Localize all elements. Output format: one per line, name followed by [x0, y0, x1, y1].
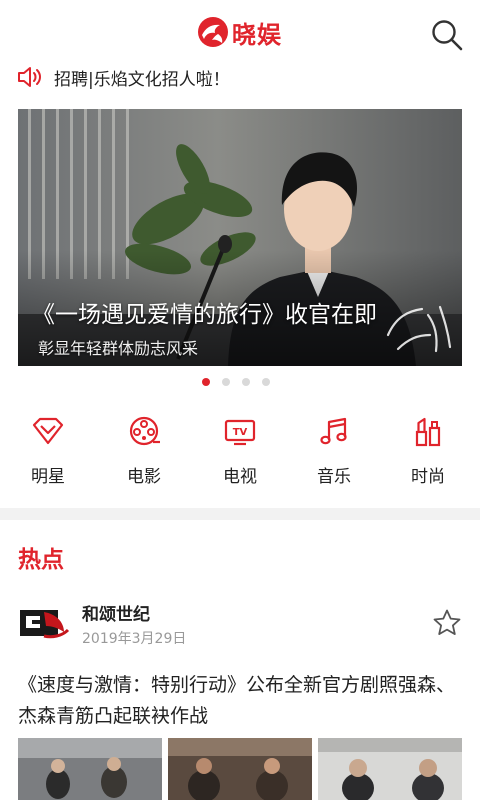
announcement-text: 招聘|乐焰文化招人啦！: [54, 69, 230, 90]
thumbnail-image[interactable]: [168, 738, 312, 800]
carousel-dot[interactable]: [202, 378, 210, 386]
category-label: 电视: [223, 467, 257, 487]
category-nav: 明星 电影 TV 电视 音乐 时尚: [0, 412, 480, 492]
author-name[interactable]: 和颂世纪: [82, 600, 150, 625]
tv-icon: TV: [224, 419, 256, 446]
section-divider: [0, 508, 480, 520]
article-thumbnails: [18, 738, 462, 800]
star-icon[interactable]: [432, 608, 462, 638]
brand-name: 晓娱: [232, 20, 282, 49]
thumbnail-image[interactable]: [18, 738, 162, 800]
music-note-icon: [320, 417, 347, 445]
article-title[interactable]: 《速度与激情：特别行动》公布全新官方剧照强森、杰森青筋凸起联袂作战: [18, 670, 464, 732]
announcement-bar[interactable]: 招聘|乐焰文化招人啦！: [16, 62, 466, 92]
category-music[interactable]: 音乐: [294, 412, 374, 487]
post-date: 2019年3月29日: [82, 631, 187, 647]
carousel-indicator: [202, 378, 270, 386]
thumbnail-image[interactable]: [318, 738, 462, 800]
film-reel-icon: [129, 416, 160, 446]
diamond-icon: [32, 417, 64, 445]
thumbnail-photo: [318, 738, 462, 800]
avatar: [18, 602, 70, 644]
search-icon[interactable]: [430, 18, 464, 52]
thumbnail-photo: [18, 738, 162, 800]
show-logo-watermark: [386, 305, 452, 353]
banner-title: 《一场遇见爱情的旅行》收官在即: [32, 302, 377, 328]
category-label: 音乐: [317, 467, 351, 487]
section-title: 热点: [18, 547, 64, 573]
category-label: 时尚: [411, 467, 445, 487]
category-movies[interactable]: 电影: [104, 412, 184, 487]
svg-text:TV: TV: [233, 427, 248, 438]
post-author-row[interactable]: 和颂世纪 2019年3月29日: [18, 600, 464, 650]
category-label: 电影: [127, 467, 161, 487]
app-header: 晓娱: [0, 0, 480, 62]
thumbnail-photo: [168, 738, 312, 800]
featured-banner[interactable]: 《一场遇见爱情的旅行》收官在即 彰显年轻群体励志风采: [18, 109, 462, 366]
speaker-icon: [18, 67, 41, 87]
category-tv[interactable]: TV 电视: [200, 412, 280, 487]
banner-subtitle: 彰显年轻群体励志风采: [38, 339, 199, 358]
category-fashion[interactable]: 时尚: [388, 412, 468, 487]
carousel-dot[interactable]: [242, 378, 250, 386]
fox-logo-icon: [198, 17, 228, 47]
category-stars[interactable]: 明星: [8, 412, 88, 487]
brand-logo: 晓娱: [196, 14, 282, 50]
carousel-dot[interactable]: [262, 378, 270, 386]
lipstick-icon: [415, 417, 441, 447]
category-label: 明星: [31, 467, 65, 487]
carousel-dot[interactable]: [222, 378, 230, 386]
